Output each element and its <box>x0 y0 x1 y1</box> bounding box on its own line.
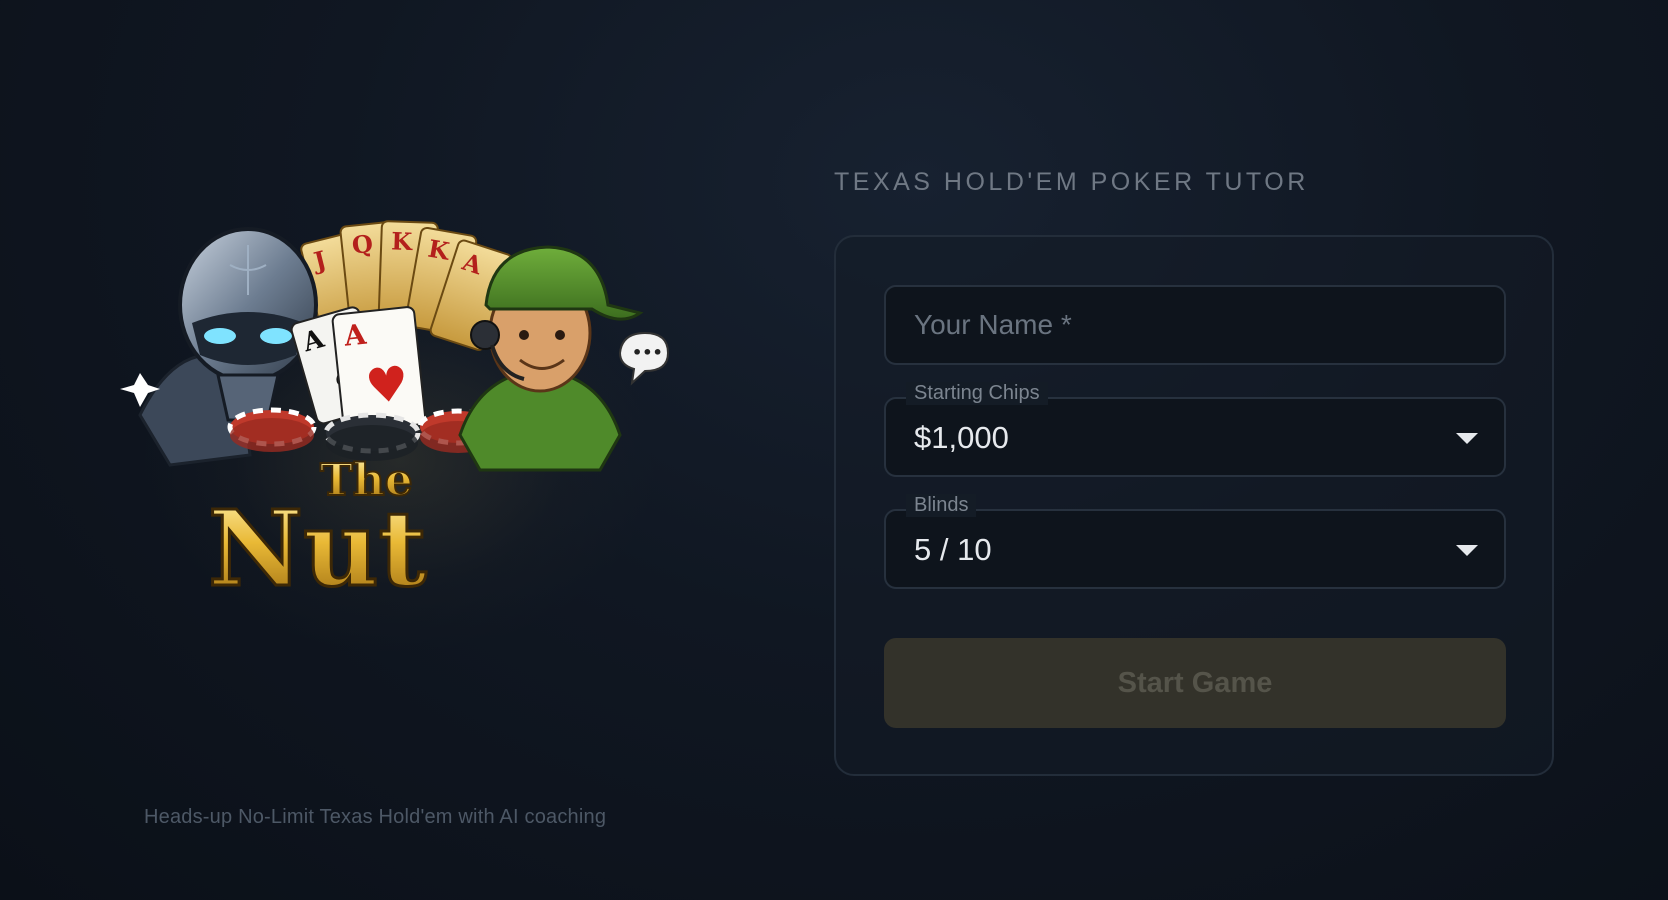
pocket-aces: A ♠ A ♥ <box>290 306 427 433</box>
name-input[interactable] <box>886 287 1504 363</box>
app-subtitle: TEXAS HOLD'EM POKER TUTOR <box>834 168 1309 196</box>
chevron-down-icon[interactable] <box>1456 545 1478 556</box>
starting-chips-select[interactable]: Starting Chips $1,000 <box>884 382 1506 477</box>
blinds-value: 5 / 10 <box>914 532 992 567</box>
blinds-label: Blinds <box>906 494 977 517</box>
chevron-down-icon[interactable] <box>1456 433 1478 444</box>
logo-illustration: J Q K K A A A ♥ ••• The Nut <box>120 220 670 612</box>
chip-stacks <box>227 407 499 461</box>
start-game-button[interactable]: Start Game <box>884 638 1506 728</box>
tagline: Heads-up No-Limit Texas Hold'em with AI … <box>144 806 607 828</box>
coach-character: ••• <box>458 245 670 472</box>
logo: J Q K K A A A ♥ ••• The Nut <box>100 205 700 655</box>
card-rank: Q <box>350 229 374 260</box>
logo-title-nut: Nut <box>208 487 427 610</box>
starting-chips-label: Starting Chips <box>906 382 1048 405</box>
card-rank: K <box>391 226 414 256</box>
logo-title: The Nut <box>207 454 429 612</box>
name-field[interactable] <box>884 285 1506 365</box>
speech-bubble-text: ••• <box>632 343 663 362</box>
heart-icon: ♥ <box>363 356 412 416</box>
starting-chips-value: $1,000 <box>914 420 1009 455</box>
blinds-select[interactable]: Blinds 5 / 10 <box>884 494 1506 589</box>
setup-form-card: Starting Chips $1,000 Blinds 5 / 10 Star… <box>834 235 1554 776</box>
